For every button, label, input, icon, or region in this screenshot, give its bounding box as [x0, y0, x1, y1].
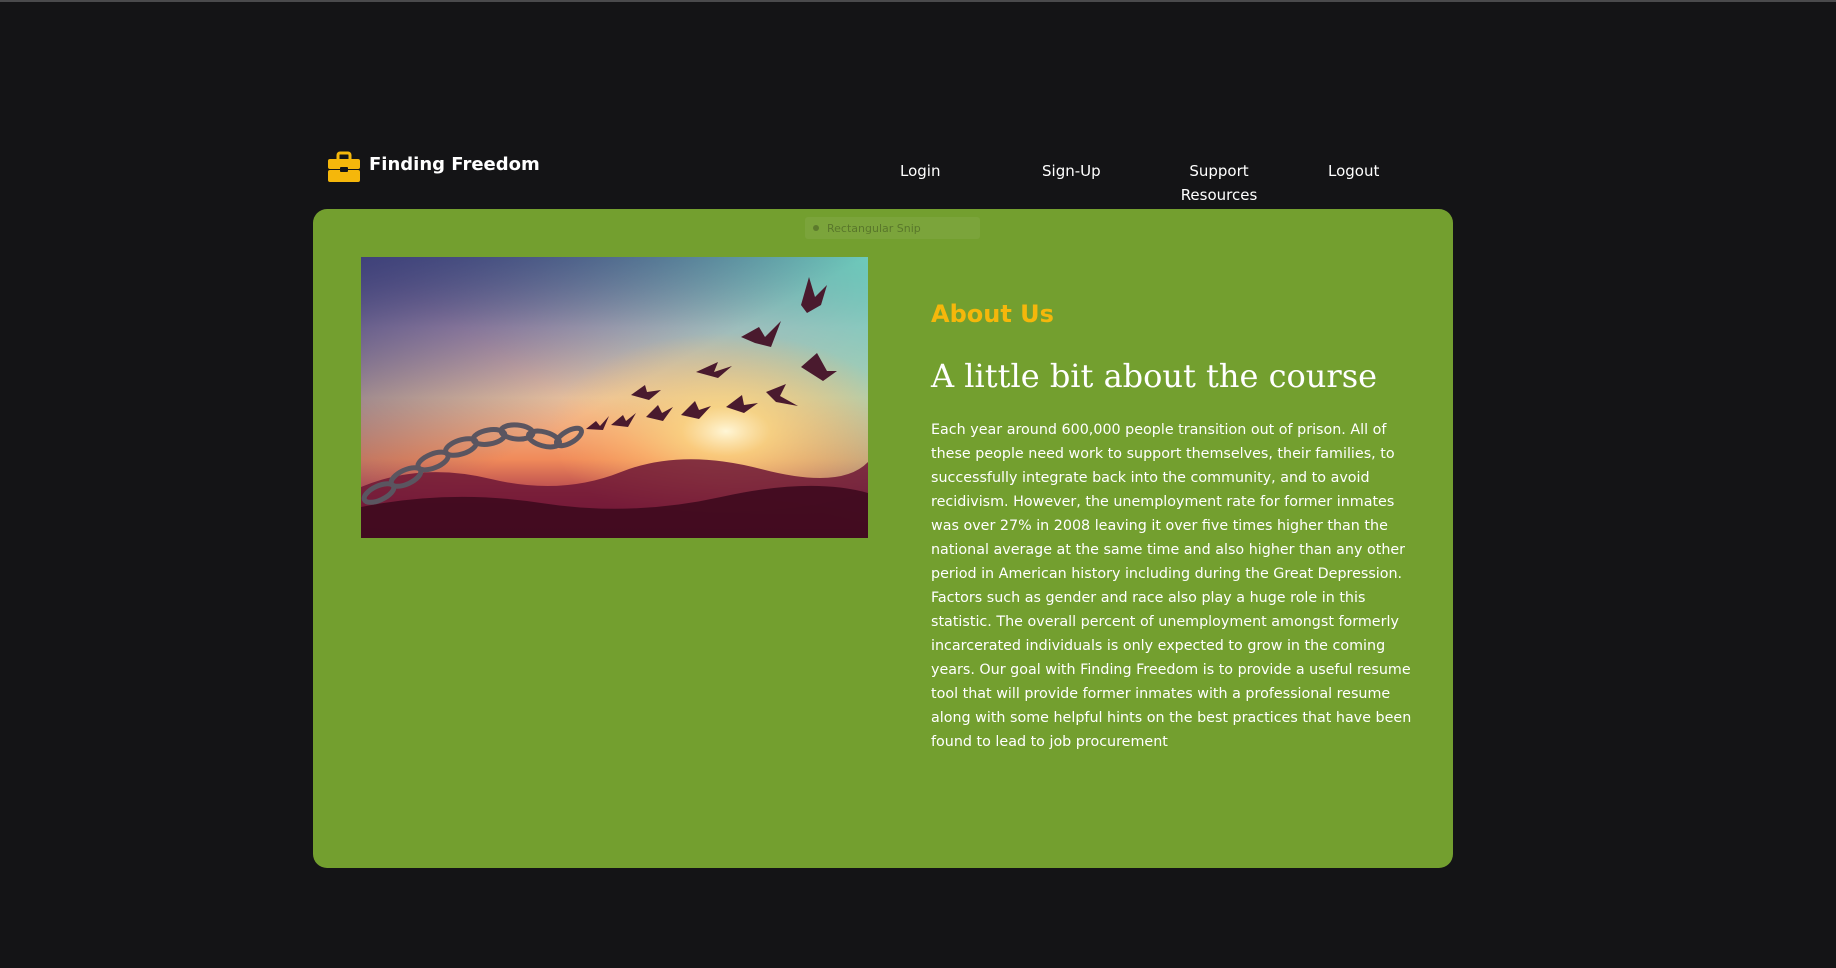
brand-name: Finding Freedom	[369, 153, 540, 175]
briefcase-icon	[328, 151, 360, 182]
about-body-text: Each year around 600,000 people transiti…	[931, 422, 1412, 750]
nav-support-resources-link[interactable]: Support Resources	[1180, 159, 1258, 207]
about-us-heading: About Us	[931, 300, 1054, 328]
hero-image	[361, 257, 868, 538]
nav-logout-link[interactable]: Logout	[1328, 159, 1379, 183]
about-title: A little bit about the course	[931, 357, 1378, 395]
snip-overlay-label: Rectangular Snip	[827, 221, 921, 235]
window-top-edge	[0, 0, 1836, 2]
rectangular-snip-overlay: Rectangular Snip	[805, 217, 980, 239]
snip-indicator-icon	[813, 225, 819, 231]
nav-signup-link[interactable]: Sign-Up	[1042, 159, 1101, 183]
nav-login-link[interactable]: Login	[900, 159, 940, 183]
brand-logo-link[interactable]: Finding Freedom	[327, 150, 540, 184]
